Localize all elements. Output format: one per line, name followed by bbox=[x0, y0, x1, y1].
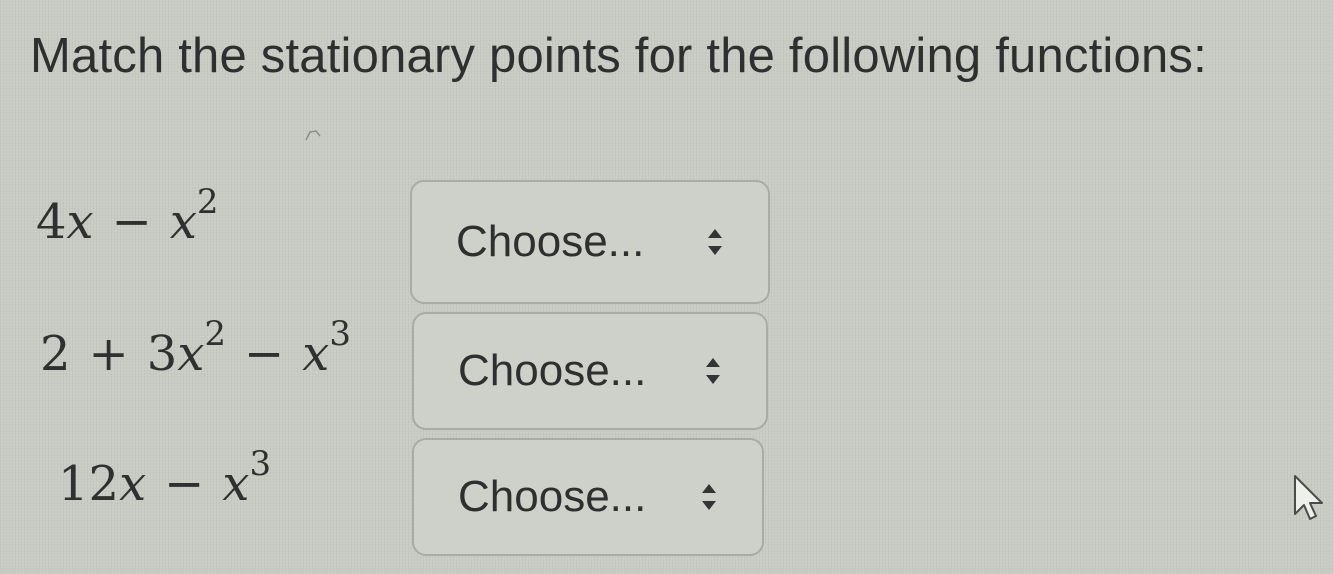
variable: x bbox=[169, 194, 197, 250]
question-title: Match the stationary points for the foll… bbox=[30, 29, 1207, 83]
function-expression-2: 2 +3x2− x3 bbox=[40, 314, 351, 382]
select-label: Choose... bbox=[456, 217, 645, 266]
variable: x bbox=[119, 456, 147, 512]
operator: − bbox=[164, 456, 205, 512]
coefficient: 4 bbox=[36, 194, 67, 250]
answer-select-1[interactable]: Choose... bbox=[410, 180, 770, 304]
select-label: Choose... bbox=[458, 472, 647, 521]
exponent: 2 bbox=[204, 314, 227, 354]
exponent: 3 bbox=[249, 444, 272, 484]
up-down-chevron-icon bbox=[706, 225, 724, 259]
variable: x bbox=[302, 326, 330, 382]
operator: + bbox=[88, 326, 129, 382]
coefficient: 3 bbox=[146, 326, 178, 382]
answer-select-2[interactable]: Choose... bbox=[412, 312, 768, 430]
variable: x bbox=[177, 326, 205, 382]
answer-select-3[interactable]: Choose... bbox=[412, 438, 764, 556]
coefficient: 12 bbox=[58, 456, 120, 512]
select-label: Choose... bbox=[458, 346, 647, 395]
constant: 2 bbox=[40, 326, 71, 382]
mouse-cursor-icon bbox=[1292, 474, 1332, 524]
exponent: 3 bbox=[329, 314, 351, 354]
exponent: 2 bbox=[196, 182, 219, 222]
up-down-chevron-icon bbox=[700, 480, 718, 514]
function-expression-1: 4x − x2 bbox=[36, 182, 219, 250]
operator: − bbox=[244, 326, 285, 382]
operator: − bbox=[111, 194, 152, 250]
screen-mark bbox=[300, 126, 330, 146]
variable: x bbox=[66, 194, 94, 250]
variable: x bbox=[222, 456, 250, 512]
function-expression-3: 12x − x3 bbox=[58, 444, 271, 512]
up-down-chevron-icon bbox=[704, 354, 722, 388]
